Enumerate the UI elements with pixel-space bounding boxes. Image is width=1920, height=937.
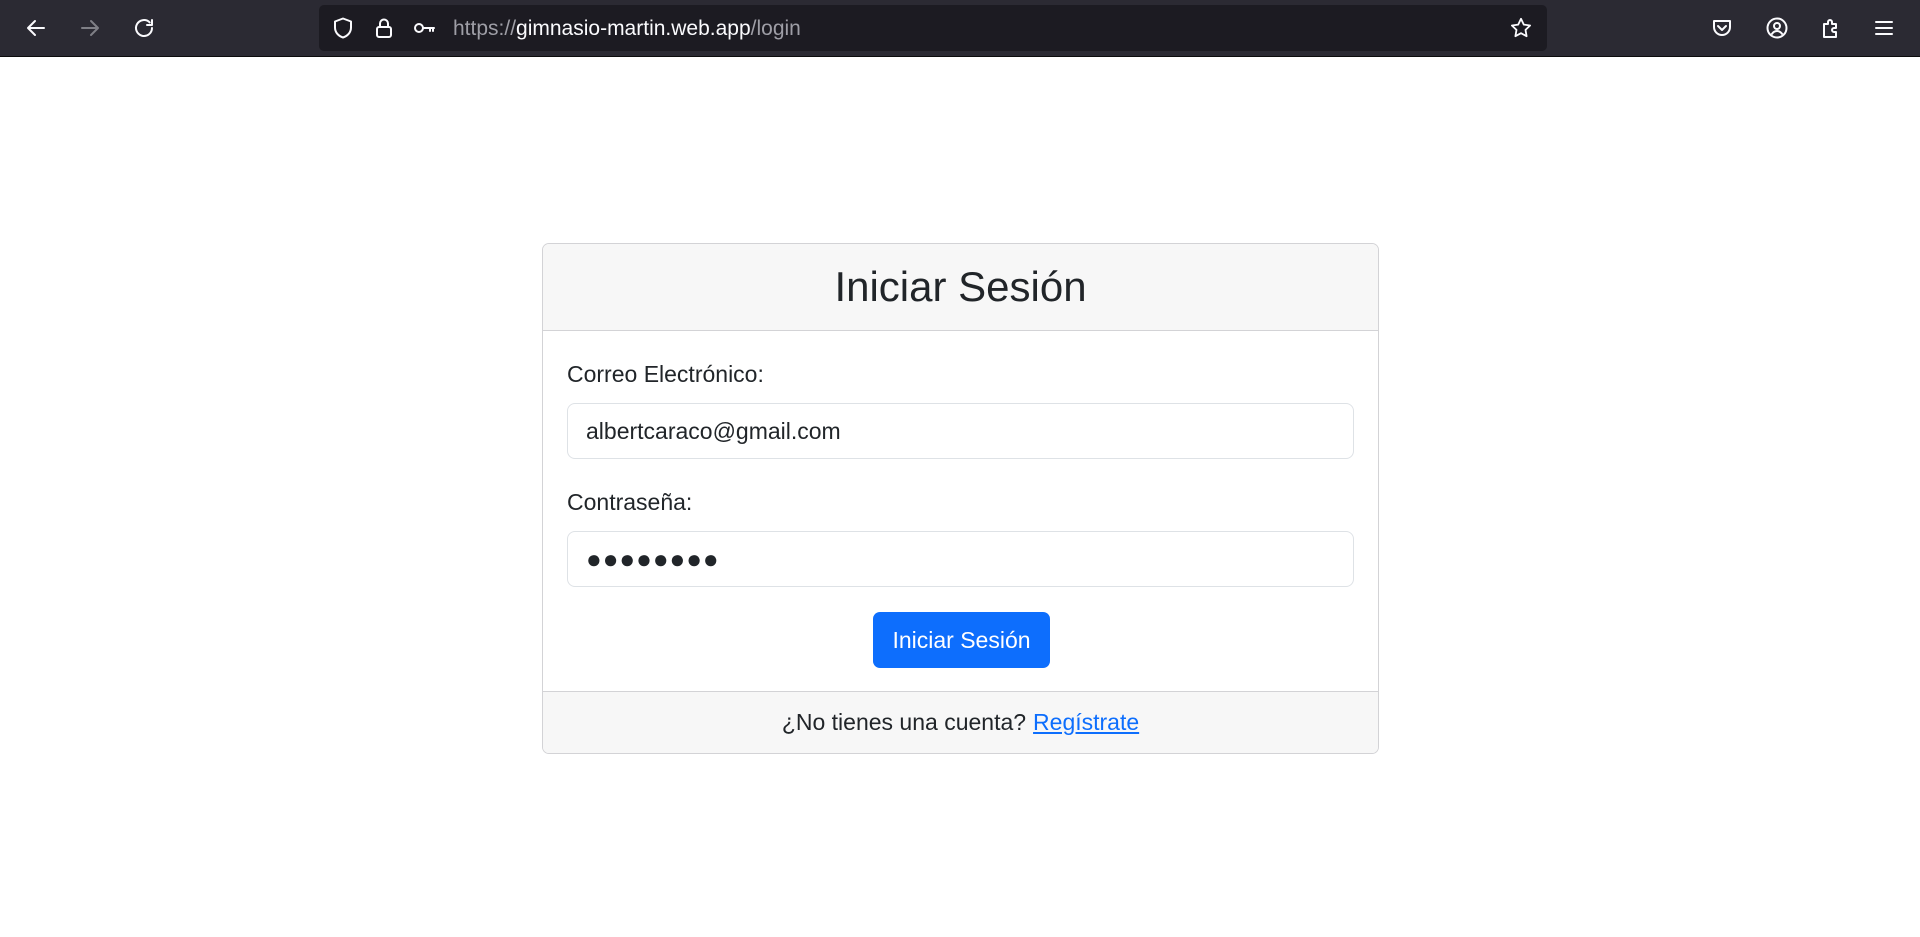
back-button[interactable] [19, 11, 53, 45]
login-form: Correo Electrónico: albertcaraco@gmail.c… [543, 331, 1378, 691]
key-icon[interactable] [412, 16, 436, 40]
account-icon [1766, 17, 1788, 39]
forward-button[interactable] [73, 11, 107, 45]
url-scheme: https:// [453, 17, 517, 40]
login-card-footer: ¿No tienes una cuenta? Regístrate [543, 691, 1378, 753]
shield-icon[interactable] [331, 16, 355, 40]
puzzle-icon [1823, 19, 1837, 38]
menu-button[interactable] [1867, 11, 1901, 45]
email-field[interactable]: albertcaraco@gmail.com [567, 403, 1354, 459]
email-value: albertcaraco@gmail.com [586, 417, 841, 444]
extensions-button[interactable] [1814, 11, 1848, 45]
email-label: Correo Electrónico: [567, 361, 764, 387]
login-button[interactable]: Iniciar Sesión [873, 612, 1050, 668]
password-label: Contraseña: [567, 489, 693, 515]
url-host: gimnasio-martin.web.app [516, 17, 751, 40]
star-icon[interactable] [1509, 16, 1533, 40]
register-link[interactable]: Regístrate [1033, 709, 1139, 736]
url-text[interactable]: https://gimnasio-martin.web.app/login [453, 17, 801, 41]
pocket-button[interactable] [1705, 11, 1739, 45]
url-bar[interactable]: https://gimnasio-martin.web.app/login [319, 5, 1547, 51]
page-content: Iniciar Sesión Correo Electrónico: alber… [0, 57, 1920, 937]
hamburger-menu-icon [1875, 21, 1893, 35]
pocket-icon [1713, 20, 1731, 36]
register-prompt: ¿No tienes una cuenta? [781, 709, 1027, 735]
arrow-right-icon [81, 20, 99, 36]
login-card-header: Iniciar Sesión [543, 244, 1378, 331]
password-field[interactable]: ●●●●●●●● [567, 531, 1354, 587]
reload-icon [135, 19, 153, 37]
page-title: Iniciar Sesión [834, 263, 1087, 310]
url-path: /login [750, 17, 801, 40]
account-button[interactable] [1760, 11, 1794, 45]
password-value: ●●●●●●●● [586, 543, 720, 574]
browser-toolbar: https://gimnasio-martin.web.app/login [0, 0, 1920, 57]
arrow-left-icon [27, 20, 45, 36]
reload-button[interactable] [127, 11, 161, 45]
login-card: Iniciar Sesión Correo Electrónico: alber… [542, 243, 1379, 754]
lock-icon[interactable] [372, 16, 396, 40]
